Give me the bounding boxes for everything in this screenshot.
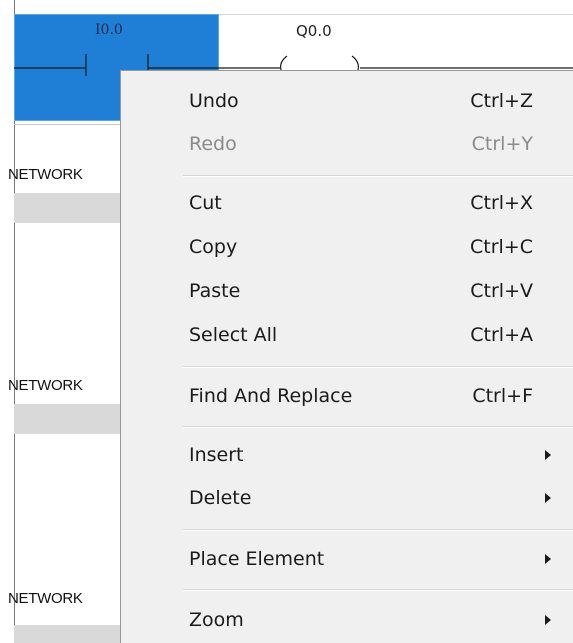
contact-address-label: I0.0 — [95, 22, 123, 38]
menu-item-cut[interactable]: Cut Ctrl+X — [121, 183, 573, 223]
network-divider — [14, 124, 120, 125]
menu-shortcut: Ctrl+V — [470, 280, 533, 302]
menu-separator — [183, 366, 573, 368]
menu-label: Copy — [189, 236, 238, 258]
network-header-4[interactable]: NETWORK — [8, 590, 83, 607]
menu-shortcut: Ctrl+F — [472, 385, 533, 407]
menu-separator — [183, 529, 573, 531]
menu-item-copy[interactable]: Copy Ctrl+C — [121, 227, 573, 267]
submenu-arrow-icon — [545, 615, 551, 625]
menu-label: Insert — [189, 444, 244, 466]
submenu-arrow-icon — [545, 450, 551, 460]
network-header-2[interactable]: NETWORK — [8, 166, 83, 183]
network-comment-bar[interactable] — [14, 193, 120, 223]
submenu-arrow-icon — [545, 554, 551, 564]
menu-item-select-all[interactable]: Select All Ctrl+A — [121, 315, 573, 355]
context-menu[interactable]: Undo Ctrl+Z Redo Ctrl+Y Cut Ctrl+X Copy … — [120, 70, 573, 643]
menu-label: Undo — [189, 90, 239, 112]
menu-separator — [183, 175, 573, 177]
menu-shortcut: Ctrl+A — [470, 324, 533, 346]
menu-item-redo[interactable]: Redo Ctrl+Y — [121, 124, 573, 164]
coil-address-label: Q0.0 — [296, 22, 332, 40]
menu-shortcut: Ctrl+Y — [471, 133, 533, 155]
menu-item-zoom[interactable]: Zoom — [121, 600, 573, 640]
menu-shortcut: Ctrl+X — [470, 192, 533, 214]
menu-separator — [183, 426, 573, 428]
menu-label: Zoom — [189, 609, 244, 631]
menu-item-place-element[interactable]: Place Element — [121, 539, 573, 579]
menu-item-delete[interactable]: Delete — [121, 478, 573, 518]
menu-label: Select All — [189, 324, 278, 346]
menu-item-find-and-replace[interactable]: Find And Replace Ctrl+F — [121, 376, 573, 416]
submenu-arrow-icon — [545, 493, 551, 503]
menu-label: Find And Replace — [189, 385, 353, 407]
menu-shortcut: Ctrl+C — [470, 236, 533, 258]
menu-label: Redo — [189, 133, 237, 155]
menu-item-undo[interactable]: Undo Ctrl+Z — [121, 81, 573, 121]
menu-shortcut: Ctrl+Z — [470, 90, 533, 112]
menu-label: Place Element — [189, 548, 325, 570]
coil-right-arc — [351, 55, 359, 71]
menu-item-paste[interactable]: Paste Ctrl+V — [121, 271, 573, 311]
network-header-3[interactable]: NETWORK — [8, 377, 83, 394]
coil-left-arc — [280, 55, 288, 71]
menu-label: Delete — [189, 487, 252, 509]
network-comment-bar[interactable] — [14, 625, 120, 643]
menu-item-insert[interactable]: Insert — [121, 435, 573, 475]
menu-label: Cut — [189, 192, 222, 214]
menu-separator — [183, 589, 573, 591]
menu-label: Paste — [189, 280, 241, 302]
network-comment-bar[interactable] — [14, 404, 120, 434]
